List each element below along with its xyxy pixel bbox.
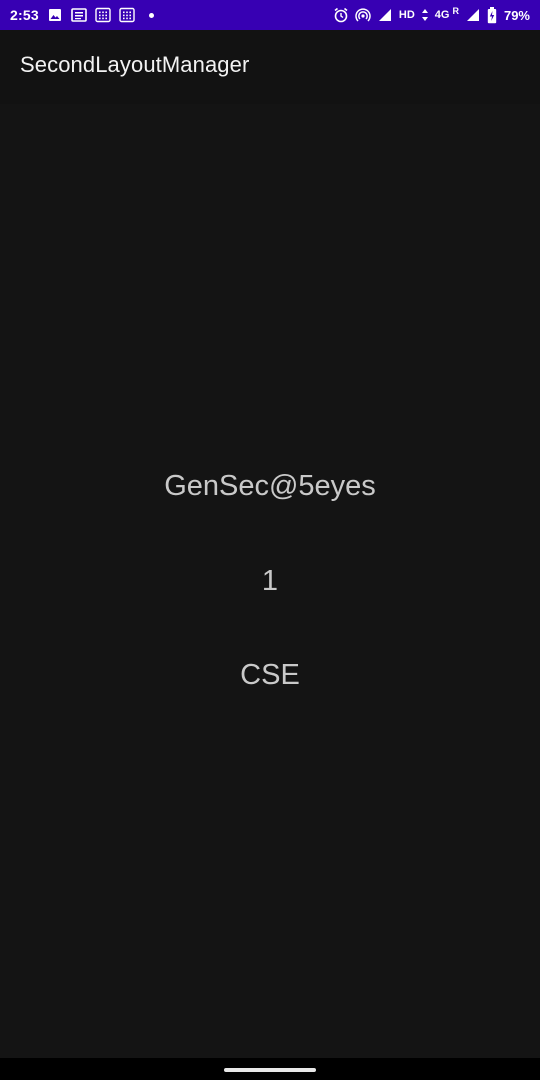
keypad-icon	[119, 7, 135, 23]
main-content: GenSec@5eyes 1 CSE	[0, 104, 540, 1060]
alarm-icon	[333, 7, 349, 23]
notification-dot-icon	[148, 12, 154, 18]
roaming-label: R	[452, 6, 459, 16]
keypad-icon	[95, 7, 111, 23]
number-text: 1	[261, 565, 279, 597]
status-time: 2:53	[10, 7, 39, 23]
app-screen: 2:53 HD 4G R 79% SecondLayoutManager Gen…	[0, 0, 540, 1080]
home-gesture-handle[interactable]	[224, 1068, 316, 1072]
battery-percentage: 79%	[503, 7, 530, 23]
gallery-icon	[47, 7, 63, 23]
department-text: CSE	[240, 659, 300, 691]
app-title: SecondLayoutManager	[20, 52, 250, 77]
status-bar-right: HD 4G R 79%	[333, 0, 530, 30]
status-bar: 2:53 HD 4G R 79%	[0, 0, 540, 30]
hotspot-icon	[355, 7, 371, 23]
news-icon	[71, 7, 87, 23]
battery-charging-icon	[487, 6, 498, 23]
signal-type-label: 4G	[434, 9, 450, 21]
app-bar: SecondLayoutManager	[0, 30, 540, 104]
signal-icon	[377, 7, 393, 23]
name-text: GenSec@5eyes	[164, 470, 376, 502]
network-label: HD	[398, 9, 415, 21]
data-arrows-icon	[421, 7, 429, 23]
status-bar-left: 2:53	[10, 0, 154, 30]
navigation-bar	[0, 1058, 540, 1080]
signal-icon	[465, 7, 481, 23]
